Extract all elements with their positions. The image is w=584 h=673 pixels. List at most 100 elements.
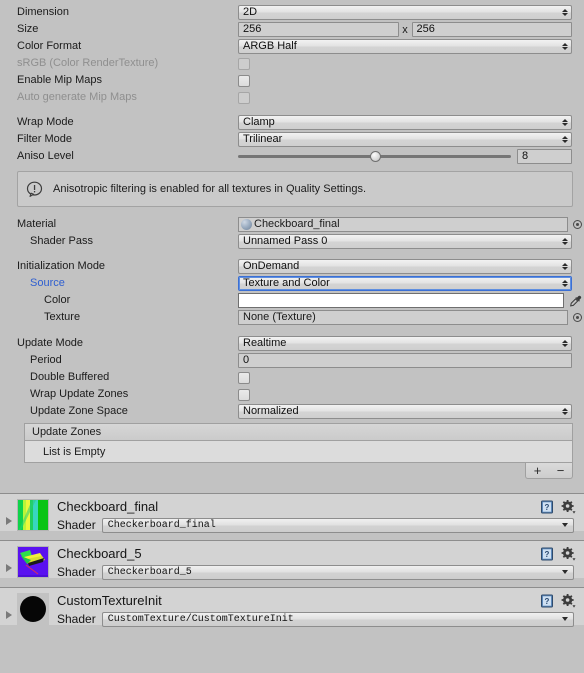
eyedropper-icon[interactable] <box>567 294 584 308</box>
aniso-level-input[interactable]: 8 <box>517 149 572 164</box>
row-update-mode: Update Mode Realtime <box>0 335 584 352</box>
color-format-dropdown[interactable]: ARGB Half <box>238 39 572 54</box>
aniso-level-slider[interactable] <box>238 149 511 164</box>
shader-value: Checkerboard_final <box>107 519 216 531</box>
aniso-level-label: Aniso Level <box>17 150 74 162</box>
material-foldout-toggle[interactable] <box>0 593 17 619</box>
shader-label: Shader <box>57 612 96 626</box>
enable-mip-maps-checkbox[interactable] <box>238 74 250 87</box>
dimension-label: Dimension <box>17 6 69 18</box>
chevron-updown-icon <box>561 278 568 290</box>
row-color-format: Color Format ARGB Half <box>0 38 584 55</box>
update-zone-space-value: Normalized <box>243 405 299 417</box>
wrap-mode-dropdown[interactable]: Clamp <box>238 115 572 130</box>
color-format-value: ARGB Half <box>243 40 297 52</box>
color-label: Color <box>44 294 71 306</box>
material-object-picker-button[interactable] <box>571 220 584 229</box>
initialization-mode-value: OnDemand <box>243 260 300 272</box>
size-width-input[interactable]: 256 <box>238 22 399 37</box>
row-period: Period 0 <box>0 352 584 369</box>
shader-label: Shader <box>57 565 96 579</box>
material-block-checkboard-final: Checkboard_final Shader Checkerboard_fin… <box>0 494 584 533</box>
update-zones-list-footer: + − <box>24 463 573 479</box>
shader-dropdown[interactable]: CustomTexture/CustomTextureInit <box>101 611 574 627</box>
gear-icon[interactable] <box>561 500 576 514</box>
update-zone-space-dropdown[interactable]: Normalized <box>238 404 572 419</box>
material-preview-thumbnail <box>17 593 49 625</box>
material-foldout-toggle[interactable] <box>0 499 17 525</box>
help-book-icon[interactable]: ? <box>540 500 554 514</box>
period-label: Period <box>30 354 62 366</box>
size-separator: x <box>402 23 408 36</box>
shader-pass-label: Shader Pass <box>30 235 93 247</box>
row-auto-generate-mip-maps: Auto generate Mip Maps <box>0 89 584 106</box>
chevron-down-icon <box>562 570 568 574</box>
chevron-updown-icon <box>561 134 568 146</box>
row-wrap-update-zones: Wrap Update Zones <box>0 386 584 403</box>
update-zone-space-label: Update Zone Space <box>30 405 128 417</box>
svg-text:?: ? <box>545 550 550 559</box>
row-source: Source Texture and Color <box>0 275 584 292</box>
initialization-mode-dropdown[interactable]: OnDemand <box>238 259 572 274</box>
shader-value: Checkerboard_5 <box>107 566 192 578</box>
gear-icon[interactable] <box>561 547 576 561</box>
row-initialization-mode: Initialization Mode OnDemand <box>0 258 584 275</box>
chevron-updown-icon <box>561 236 568 248</box>
material-block-customtextureinit: CustomTextureInit Shader CustomTexture/C… <box>0 588 584 627</box>
dimension-value: 2D <box>243 6 258 18</box>
help-book-icon[interactable]: ? <box>540 594 554 608</box>
texture-object-field[interactable]: None (Texture) <box>238 310 568 325</box>
help-book-icon[interactable]: ? <box>540 547 554 561</box>
dimension-dropdown[interactable]: 2D <box>238 5 572 20</box>
shader-dropdown[interactable]: Checkerboard_5 <box>101 564 574 580</box>
shader-pass-value: Unnamed Pass 0 <box>243 235 328 247</box>
row-size: Size 256 x 256 <box>0 21 584 38</box>
slider-knob[interactable] <box>369 151 381 162</box>
color-format-label: Color Format <box>17 40 82 52</box>
material-label: Material <box>17 218 57 230</box>
chevron-down-icon <box>562 617 568 621</box>
period-input[interactable]: 0 <box>238 353 572 368</box>
update-zones-list-header: Update Zones <box>24 423 573 441</box>
shader-label: Shader <box>57 518 96 532</box>
update-zones-empty-row: List is Empty <box>24 441 573 463</box>
size-label: Size <box>17 23 39 35</box>
material-name: Checkboard_final <box>57 499 159 514</box>
double-buffered-checkbox[interactable] <box>238 371 250 384</box>
update-mode-dropdown[interactable]: Realtime <box>238 336 572 351</box>
filter-mode-dropdown[interactable]: Trilinear <box>238 132 572 147</box>
material-sphere-icon <box>241 219 252 230</box>
row-texture: Texture None (Texture) <box>0 309 584 326</box>
material-preview-thumbnail <box>17 546 49 578</box>
texture-object-picker-button[interactable] <box>571 313 584 322</box>
row-enable-mip-maps: Enable Mip Maps <box>0 72 584 89</box>
gear-icon[interactable] <box>561 594 576 608</box>
material-name: CustomTextureInit <box>57 593 162 608</box>
chevron-updown-icon <box>561 117 568 129</box>
wrap-update-zones-label: Wrap Update Zones <box>30 388 129 400</box>
material-object-field[interactable]: Checkboard_final <box>238 217 568 232</box>
chevron-updown-icon <box>561 406 568 418</box>
info-exclamation-icon <box>26 181 43 198</box>
update-mode-value: Realtime <box>243 337 287 349</box>
row-color: Color <box>0 292 584 309</box>
material-foldout-toggle[interactable] <box>0 546 17 572</box>
size-height-input[interactable]: 256 <box>411 22 572 37</box>
texture-label: Texture <box>44 311 81 323</box>
add-update-zone-button[interactable]: + <box>526 463 549 479</box>
color-swatch[interactable] <box>238 293 564 308</box>
svg-text:?: ? <box>545 597 550 606</box>
chevron-updown-icon <box>561 338 568 350</box>
shader-dropdown[interactable]: Checkerboard_final <box>101 517 574 533</box>
row-shader-pass: Shader Pass Unnamed Pass 0 <box>0 233 584 250</box>
texture-value: None (Texture) <box>243 311 316 323</box>
source-dropdown[interactable]: Texture and Color <box>238 276 572 291</box>
remove-update-zone-button[interactable]: − <box>549 463 572 479</box>
material-block-checkboard-5: Checkboard_5 Shader Checkerboard_5 ? <box>0 541 584 580</box>
chevron-updown-icon <box>561 41 568 53</box>
wrap-update-zones-checkbox[interactable] <box>238 388 250 401</box>
row-filter-mode: Filter Mode Trilinear <box>0 131 584 148</box>
shader-pass-dropdown[interactable]: Unnamed Pass 0 <box>238 234 572 249</box>
row-wrap-mode: Wrap Mode Clamp <box>0 114 584 131</box>
enable-mip-maps-label: Enable Mip Maps <box>17 74 102 86</box>
